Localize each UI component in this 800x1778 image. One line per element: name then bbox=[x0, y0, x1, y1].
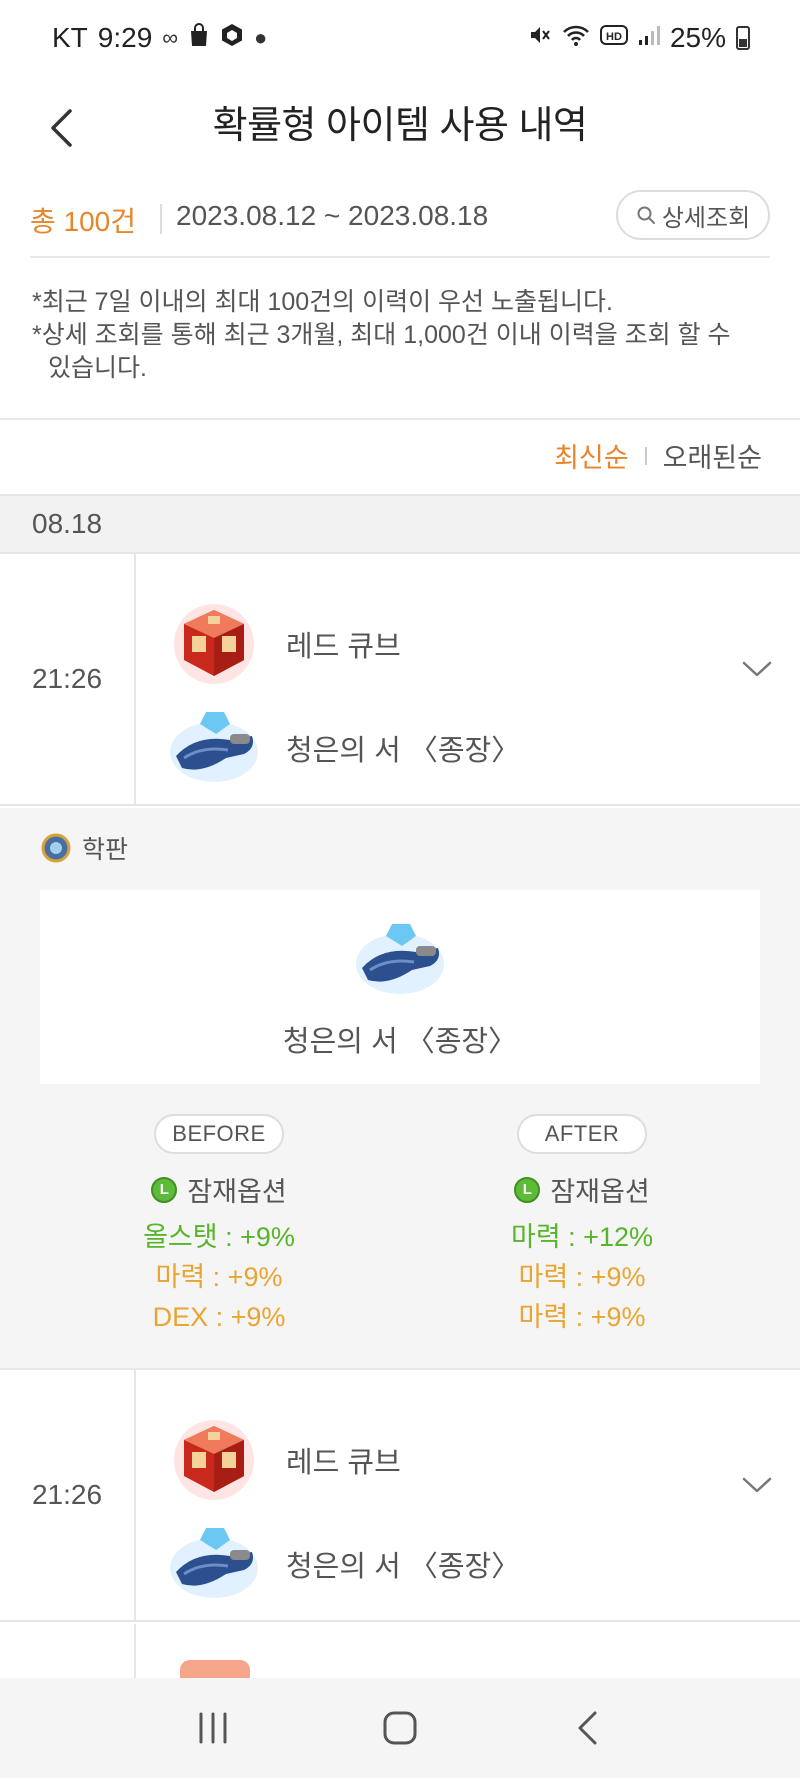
date-group-label: 08.18 bbox=[32, 508, 103, 539]
expand-toggle[interactable] bbox=[742, 660, 772, 683]
wifi-icon bbox=[562, 23, 590, 53]
equipment-name: 학판 bbox=[82, 836, 129, 864]
before-column: BEFORE L 잠재옵션 올스탯 : +9% 마력 : +9% DEX : +… bbox=[94, 1114, 344, 1337]
history-row[interactable]: 21:26 레드 큐브 청은의 서 〈종장〉 bbox=[0, 554, 800, 806]
option-line: 마력 : +9% bbox=[155, 1262, 283, 1292]
page-title: 확률형 아이템 사용 내역 bbox=[212, 105, 588, 147]
option-line: 마력 : +9% bbox=[518, 1302, 646, 1332]
date-group-header: 08.18 bbox=[0, 494, 800, 554]
summary-divider bbox=[160, 204, 162, 234]
home-button[interactable] bbox=[365, 1698, 435, 1758]
history-row[interactable]: 21:26 레드 큐브 청은의 서 〈종장〉 bbox=[0, 1370, 800, 1622]
potential-text: 잠재옵션 bbox=[187, 1177, 287, 1207]
potential-text: 잠재옵션 bbox=[550, 1177, 650, 1207]
after-column: AFTER L 잠재옵션 마력 : +12% 마력 : +9% 마력 : +9% bbox=[457, 1114, 707, 1337]
expand-toggle[interactable] bbox=[742, 1476, 772, 1499]
sort-newest-button[interactable]: 최신순 bbox=[554, 436, 629, 475]
red-cube-icon bbox=[180, 1660, 250, 1678]
sort-divider bbox=[644, 446, 647, 465]
section-divider bbox=[0, 418, 800, 420]
scroll-item-icon bbox=[352, 912, 448, 1008]
option-line: DEX : +9% bbox=[152, 1302, 286, 1332]
status-right: HD 25% bbox=[528, 22, 750, 54]
red-cube-icon bbox=[166, 1412, 262, 1508]
legendary-icon: L bbox=[151, 1176, 178, 1203]
battery-percent: 25% bbox=[669, 22, 726, 53]
clock: 9:29 bbox=[97, 22, 153, 53]
hd-icon: HD bbox=[599, 24, 628, 52]
chevron-down-icon bbox=[742, 1477, 772, 1493]
home-icon bbox=[383, 1711, 417, 1745]
notice-line: *최근 7일 이내의 최대 100건의 이력이 우선 노출됩니다. bbox=[32, 288, 613, 316]
target-item-name: 청은의 서 〈종장〉 bbox=[282, 1026, 518, 1058]
sort-oldest-button[interactable]: 오래된순 bbox=[663, 436, 762, 475]
date-range: 2023.08.12 ~ 2023.08.18 bbox=[176, 200, 489, 231]
equipment-icon bbox=[41, 833, 71, 863]
option-line: 마력 : +9% bbox=[518, 1262, 646, 1292]
carrier-label: KT bbox=[52, 22, 88, 53]
potential-label: L 잠재옵션 bbox=[514, 1170, 650, 1209]
battery-icon bbox=[736, 26, 750, 50]
recent-apps-icon bbox=[199, 1712, 227, 1744]
notice-text: *최근 7일 이내의 최대 100건의 이력이 우선 노출됩니다. *상세 조회… bbox=[30, 286, 760, 385]
used-item-name: 레드 큐브 bbox=[286, 631, 401, 663]
history-row-partial[interactable] bbox=[0, 1624, 800, 1678]
svg-text:HD: HD bbox=[606, 31, 622, 43]
used-item-name: 레드 큐브 bbox=[286, 1447, 401, 1479]
scroll-item-icon bbox=[166, 1516, 262, 1612]
history-time: 21:26 bbox=[0, 1370, 136, 1620]
potential-label: L 잠재옵션 bbox=[151, 1170, 287, 1209]
link-icon: ∞ bbox=[162, 25, 178, 50]
package-icon bbox=[220, 23, 244, 53]
search-icon bbox=[637, 206, 655, 224]
before-badge: BEFORE bbox=[154, 1114, 284, 1154]
legendary-icon: L bbox=[514, 1176, 541, 1203]
detail-search-button[interactable]: 상세조회 bbox=[616, 190, 770, 240]
notice-line: *상세 조회를 통해 최근 3개월, 최대 1,000건 이내 이력을 조회 할… bbox=[32, 321, 731, 382]
system-nav-bar bbox=[0, 1678, 800, 1778]
summary-bar: 총 100건 2023.08.12 ~ 2023.08.18 상세조회 bbox=[30, 186, 770, 258]
after-badge: AFTER bbox=[517, 1114, 647, 1154]
target-item-name: 청은의 서 〈종장〉 bbox=[286, 1551, 521, 1583]
target-item: 청은의 서 〈종장〉 bbox=[166, 1516, 520, 1612]
option-line: 올스탯 : +9% bbox=[143, 1222, 295, 1252]
target-item: 청은의 서 〈종장〉 bbox=[166, 700, 520, 796]
app-header: 확률형 아이템 사용 내역 bbox=[0, 80, 800, 180]
option-line: 마력 : +12% bbox=[511, 1222, 653, 1252]
chevron-up-icon bbox=[742, 661, 772, 677]
red-cube-icon bbox=[166, 596, 262, 692]
used-item: 레드 큐브 bbox=[166, 596, 401, 692]
status-bar: KT 9:29 ∞ ● HD 25% bbox=[0, 0, 800, 80]
dot-icon: ● bbox=[253, 25, 268, 50]
recent-apps-button[interactable] bbox=[178, 1698, 248, 1758]
history-time-column bbox=[0, 1624, 136, 1678]
back-icon bbox=[578, 1711, 597, 1745]
sort-toggle: 최신순 오래된순 bbox=[554, 436, 762, 475]
signal-icon bbox=[638, 24, 660, 52]
used-item: 레드 큐브 bbox=[166, 1412, 401, 1508]
detail-search-label: 상세조회 bbox=[661, 204, 751, 232]
scroll-item-icon bbox=[166, 700, 262, 796]
detail-panel: 학판 청은의 서 〈종장〉 BEFORE L 잠재옵션 올스탯 : +9% 마력… bbox=[0, 808, 800, 1368]
target-item-name: 청은의 서 〈종장〉 bbox=[286, 735, 521, 767]
shopping-bag-icon bbox=[188, 23, 210, 53]
equipment-label: 학판 bbox=[40, 830, 128, 866]
total-count: 총 100건 bbox=[30, 206, 137, 237]
status-left: KT 9:29 ∞ ● bbox=[52, 22, 267, 54]
mute-icon bbox=[528, 23, 552, 53]
history-time: 21:26 bbox=[0, 554, 136, 804]
target-item-card: 청은의 서 〈종장〉 bbox=[40, 890, 760, 1084]
back-nav-button[interactable] bbox=[552, 1698, 622, 1758]
